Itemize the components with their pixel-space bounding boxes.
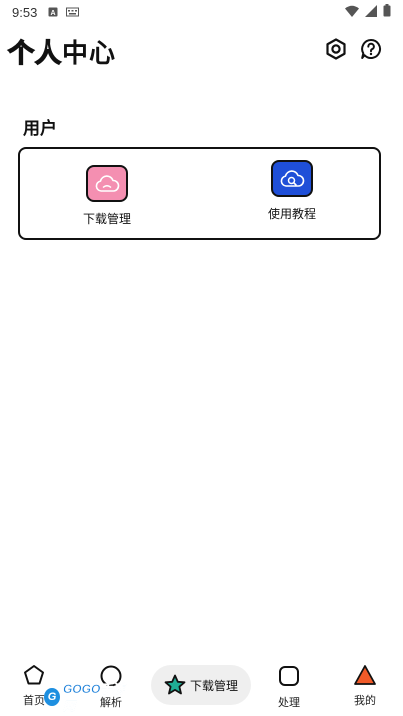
keyboard-icon: [66, 6, 79, 20]
watermark-logo: G GOGO手游网: [44, 682, 128, 713]
pentagon-icon: [24, 665, 44, 685]
wifi-icon: [345, 5, 359, 20]
status-time: 9:53: [12, 5, 38, 20]
triangle-icon: [354, 665, 376, 685]
nav-label-download-manager: 下载管理: [189, 678, 238, 693]
tutorial-label: 使用教程: [268, 207, 317, 221]
status-right-icons: [345, 4, 391, 20]
nav-label-process: 处理: [278, 696, 300, 709]
page-title-outline: 个人: [7, 38, 63, 69]
nav-label-mine: 我的: [354, 694, 376, 707]
rounded-square-icon: [279, 666, 299, 686]
status-bar: 9:53 A: [0, 0, 403, 24]
download-manager-label: 下载管理: [83, 212, 132, 226]
settings-icon: [326, 38, 346, 60]
user-card: 下载管理 使用教程: [18, 147, 381, 240]
battery-icon: [383, 4, 391, 20]
tutorial-entry[interactable]: 使用教程: [268, 160, 316, 222]
watermark-g-icon: G: [44, 688, 60, 706]
watermark-text: GOGO手游网: [62, 682, 125, 714]
nav-item-download-manager[interactable]: 下载管理: [151, 665, 251, 705]
download-manager-entry[interactable]: 下载管理: [83, 165, 131, 227]
signal-icon: [365, 4, 377, 20]
nav-label-home: 首页: [23, 694, 45, 707]
download-manager-icon-box: [86, 165, 128, 202]
page-title-solid: 中心: [62, 38, 117, 69]
help-icon: [361, 38, 382, 59]
svg-text:A: A: [50, 10, 55, 17]
cloud-icon: [95, 174, 120, 192]
nav-item-home[interactable]: 首页: [23, 664, 45, 708]
tutorial-icon-box: [271, 160, 313, 197]
nav-item-process[interactable]: 处理: [277, 664, 301, 710]
nav-item-mine[interactable]: 我的: [353, 664, 377, 708]
star-icon: [164, 674, 186, 695]
help-button[interactable]: [359, 37, 383, 61]
cloud-search-icon: [280, 169, 305, 187]
a-notification-icon: A: [48, 6, 58, 20]
settings-button[interactable]: [324, 37, 348, 61]
page-title: 个人 中心: [7, 34, 117, 69]
section-label-user: 用户: [23, 119, 57, 139]
